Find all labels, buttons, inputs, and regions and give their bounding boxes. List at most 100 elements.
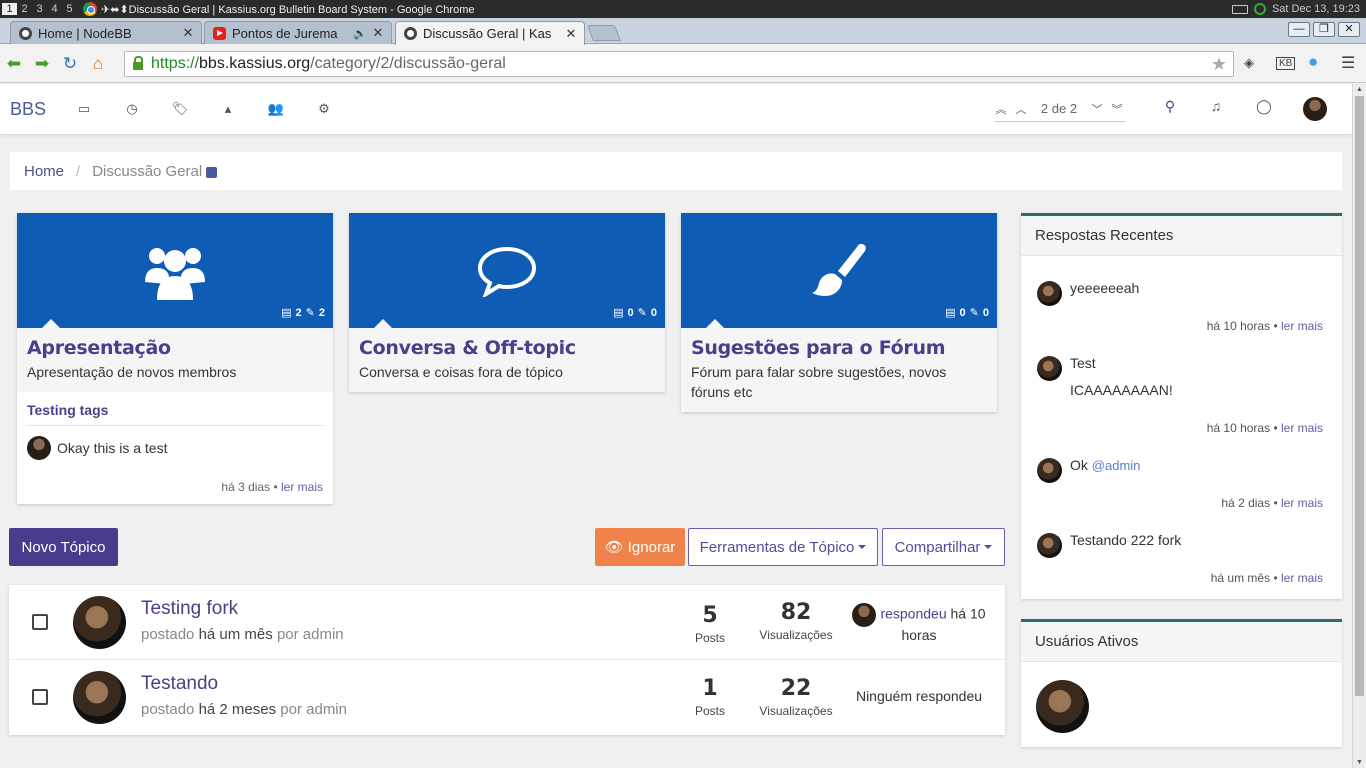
- read-more-link[interactable]: ler mais: [1281, 421, 1323, 435]
- tab-pontos-de-jurema[interactable]: Pontos de Jurema 🔊 ✕: [204, 21, 392, 44]
- tab-label: Pontos de Jurema: [232, 25, 338, 41]
- read-more-link[interactable]: ler mais: [281, 480, 323, 494]
- clock-icon[interactable]: ◷: [108, 101, 156, 117]
- search-icon[interactable]: ⚲: [1155, 98, 1185, 115]
- tab-discussao-geral[interactable]: Discussão Geral | Kas ✕: [395, 21, 585, 45]
- address-bar[interactable]: https:// bbs.kassius.org /category/2/dis…: [124, 51, 1234, 77]
- close-icon[interactable]: ✕: [371, 25, 385, 41]
- avatar[interactable]: [73, 671, 126, 724]
- banner-notch: [41, 319, 61, 329]
- network-icon[interactable]: [1253, 3, 1266, 15]
- minimize-button[interactable]: —: [1288, 22, 1310, 37]
- read-more-link[interactable]: ler mais: [1281, 496, 1323, 510]
- share-dropdown[interactable]: Compartilhar: [882, 528, 1005, 566]
- previous-page-icon[interactable]: ︿: [1015, 101, 1027, 117]
- scroll-up-icon[interactable]: ▲: [1356, 86, 1363, 93]
- last-page-icon[interactable]: ︾: [1111, 101, 1123, 117]
- read-more-link[interactable]: ler mais: [1281, 319, 1323, 333]
- topic-title[interactable]: Testando: [141, 673, 218, 695]
- last-reply-link[interactable]: respondeu: [880, 606, 946, 622]
- topic-count: 0: [959, 306, 966, 319]
- avatar[interactable]: [1037, 533, 1062, 558]
- close-window-button[interactable]: ✕: [1338, 22, 1360, 37]
- close-icon[interactable]: ✕: [181, 25, 195, 41]
- bookmark-star-icon[interactable]: ★: [1211, 54, 1227, 75]
- scroll-down-icon[interactable]: ▼: [1356, 759, 1363, 766]
- teaser-text: Okay this is a test: [57, 440, 168, 456]
- topic-author[interactable]: por admin: [280, 701, 347, 718]
- workspace-5[interactable]: 5: [62, 3, 77, 15]
- topic-row: Testing fork postado há um mês por admin…: [9, 585, 1005, 660]
- bell-icon[interactable]: ♫: [1201, 98, 1231, 114]
- category-banner[interactable]: ▤ 0 ✎ 0: [349, 213, 665, 329]
- users-icon[interactable]: 👥: [252, 101, 300, 117]
- read-more-link[interactable]: ler mais: [1281, 571, 1323, 585]
- avatar[interactable]: [73, 596, 126, 649]
- reload-icon[interactable]: ↻: [56, 54, 84, 74]
- avatar[interactable]: [1037, 458, 1062, 483]
- first-page-icon[interactable]: ︽: [995, 101, 1007, 117]
- forward-icon[interactable]: ➡: [28, 54, 56, 74]
- keyboard-icon[interactable]: [1231, 4, 1248, 14]
- user-avatar[interactable]: [1303, 97, 1327, 121]
- pagination-text[interactable]: 2 de 2: [1035, 101, 1083, 116]
- topic-author[interactable]: por admin: [277, 626, 344, 643]
- close-icon[interactable]: ✕: [564, 26, 578, 42]
- chat-icon[interactable]: ◯: [1249, 98, 1279, 115]
- topic-time[interactable]: há 2 meses: [199, 701, 277, 718]
- scrollbar-thumb[interactable]: [1355, 96, 1364, 696]
- rss-icon[interactable]: [206, 166, 218, 178]
- reply-content: Ok @admin: [1070, 457, 1140, 473]
- category-title[interactable]: Sugestões para o Fórum: [691, 337, 987, 359]
- fire-icon[interactable]: ▴: [204, 101, 252, 117]
- pencil-icon: ✎: [637, 307, 647, 319]
- topic-tools-dropdown[interactable]: Ferramentas de Tópico: [688, 528, 878, 566]
- breadcrumb-home[interactable]: Home: [24, 163, 64, 180]
- pencil-icon: ✎: [305, 307, 315, 319]
- avatar[interactable]: [27, 436, 51, 460]
- topic-select-checkbox[interactable]: [32, 614, 48, 630]
- avatar[interactable]: [1036, 680, 1089, 733]
- home-icon[interactable]: ⌂: [84, 54, 112, 74]
- workspace-switcher[interactable]: 1 2 3 4 5: [2, 3, 77, 15]
- avatar[interactable]: [1037, 281, 1062, 306]
- inbox-icon[interactable]: ▭: [60, 101, 108, 117]
- back-icon[interactable]: ⬅: [0, 54, 28, 74]
- book-icon: ▤: [613, 307, 624, 319]
- forum-navbar: BBS ▭ ◷ 🏷 ▴ 👥 ⚙ ︽ ︿ 2 de 2 ﹀ ︾ ⚲ ♫ ◯: [0, 84, 1352, 134]
- workspace-1[interactable]: 1: [2, 3, 17, 15]
- new-topic-button[interactable]: Novo Tópico: [9, 528, 118, 566]
- lock-icon: [133, 56, 143, 70]
- cogs-icon[interactable]: ⚙: [300, 101, 348, 117]
- avatar[interactable]: [852, 603, 877, 627]
- system-clock[interactable]: Sat Dec 13, 19:23: [1272, 3, 1360, 15]
- avatar[interactable]: [1037, 356, 1062, 381]
- category-banner[interactable]: ▤ 0 ✎ 0: [681, 213, 997, 329]
- widget-title: Usuários Ativos: [1021, 622, 1342, 662]
- topic-title[interactable]: Testing fork: [141, 598, 238, 620]
- brand-logo[interactable]: BBS: [10, 99, 60, 120]
- teaser-time: há 3 dias: [221, 480, 271, 494]
- mention-link[interactable]: @admin: [1092, 458, 1141, 473]
- ignore-button[interactable]: 👁 Ignorar: [595, 528, 685, 566]
- topic-time[interactable]: há um mês: [199, 626, 273, 643]
- tab-home-nodebb[interactable]: Home | NodeBB ✕: [10, 21, 202, 44]
- kb-extension-icon[interactable]: KB: [1276, 57, 1296, 70]
- workspace-4[interactable]: 4: [47, 3, 62, 15]
- teaser-title[interactable]: Testing tags: [27, 402, 323, 426]
- restore-button[interactable]: ❐: [1313, 22, 1335, 37]
- category-banner[interactable]: ▤ 2 ✎ 2: [17, 213, 333, 329]
- category-title[interactable]: Conversa & Off-topic: [359, 337, 655, 359]
- page-scrollbar[interactable]: ▲ ▼: [1352, 84, 1366, 768]
- workspace-2[interactable]: 2: [17, 3, 32, 15]
- new-tab-button[interactable]: [587, 25, 621, 41]
- category-title[interactable]: Apresentação: [27, 337, 323, 359]
- banner-notch: [373, 319, 393, 329]
- extension-icon[interactable]: ●: [1308, 52, 1318, 72]
- pocket-icon[interactable]: ◈: [1244, 55, 1254, 71]
- topic-select-checkbox[interactable]: [32, 689, 48, 705]
- next-page-icon[interactable]: ﹀: [1091, 101, 1103, 117]
- menu-icon[interactable]: ☰: [1341, 53, 1355, 73]
- workspace-3[interactable]: 3: [32, 3, 47, 15]
- tags-icon[interactable]: 🏷: [156, 101, 204, 117]
